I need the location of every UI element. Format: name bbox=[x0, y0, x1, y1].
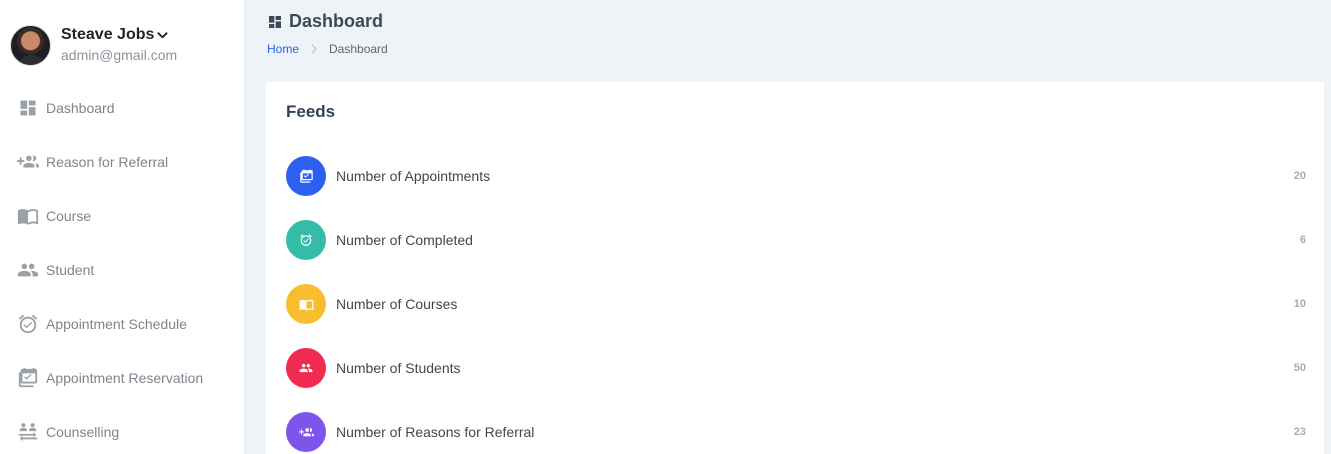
feeds-title: Feeds bbox=[286, 102, 336, 121]
feed-item-count: 20 bbox=[1293, 170, 1306, 182]
people-icon bbox=[286, 348, 326, 388]
book-icon bbox=[17, 205, 39, 227]
main-content: Dashboard Home Dashboard Feeds Number of… bbox=[246, 0, 1331, 454]
user-profile[interactable]: Steave Jobs admin@gmail.com bbox=[10, 25, 177, 66]
feed-item-courses[interactable]: Number of Courses 10 bbox=[286, 272, 1306, 336]
page-header: Dashboard Home Dashboard bbox=[267, 11, 388, 56]
feed-item-reasons-for-referral[interactable]: Number of Reasons for Referral 23 bbox=[286, 400, 1306, 454]
sidebar-item-appointment-schedule[interactable]: Appointment Schedule bbox=[0, 297, 245, 351]
feed-item-count: 6 bbox=[1299, 234, 1306, 246]
sidebar-item-label: Reason for Referral bbox=[46, 154, 169, 170]
sidebar-item-course[interactable]: Course bbox=[0, 189, 245, 243]
profile-email: admin@gmail.com bbox=[61, 47, 178, 63]
feeds-list: Number of Appointments 20 Number of Comp… bbox=[286, 144, 1306, 454]
sidebar-item-label: Counselling bbox=[46, 424, 120, 440]
sidebar-item-reason-for-referral[interactable]: Reason for Referral bbox=[0, 135, 245, 189]
sidebar-item-label: Dashboard bbox=[46, 100, 115, 116]
feed-item-count: 10 bbox=[1293, 298, 1306, 310]
profile-name: Steave Jobs bbox=[61, 26, 155, 43]
breadcrumb: Home Dashboard bbox=[267, 42, 388, 56]
event-check-icon bbox=[17, 367, 39, 389]
swap-people-icon bbox=[17, 421, 39, 443]
feed-item-students[interactable]: Number of Students 50 bbox=[286, 336, 1306, 400]
feed-item-count: 23 bbox=[1293, 426, 1306, 438]
breadcrumb-current: Dashboard bbox=[329, 42, 388, 56]
feed-item-label: Number of Completed bbox=[336, 232, 473, 248]
dashboard-icon bbox=[17, 97, 39, 119]
feed-item-label: Number of Courses bbox=[336, 296, 458, 312]
chevron-right-icon bbox=[310, 44, 318, 54]
sidebar-item-dashboard[interactable]: Dashboard bbox=[0, 81, 245, 135]
sidebar-nav: Dashboard Reason for Referral Course Stu… bbox=[0, 81, 245, 454]
people-icon bbox=[17, 259, 39, 281]
feeds-card: Feeds Number of Appointments 20 Number o… bbox=[266, 82, 1324, 454]
feed-item-label: Number of Reasons for Referral bbox=[336, 424, 535, 440]
feed-item-label: Number of Appointments bbox=[336, 168, 491, 184]
sidebar-item-label: Appointment Reservation bbox=[46, 370, 204, 386]
alarm-check-icon bbox=[17, 313, 39, 335]
feed-item-appointments[interactable]: Number of Appointments 20 bbox=[286, 144, 1306, 208]
sidebar-item-label: Appointment Schedule bbox=[46, 316, 187, 332]
feed-item-completed[interactable]: Number of Completed 6 bbox=[286, 208, 1306, 272]
profile-name-row[interactable]: Steave Jobs bbox=[61, 25, 177, 45]
group-add-icon bbox=[17, 151, 39, 173]
sidebar: Steave Jobs admin@gmail.com Dashboard Re… bbox=[0, 0, 245, 454]
sidebar-item-label: Course bbox=[46, 208, 92, 224]
avatar[interactable] bbox=[10, 25, 51, 66]
chevron-down-icon[interactable] bbox=[157, 30, 168, 41]
breadcrumb-home-link[interactable]: Home bbox=[267, 42, 299, 56]
page-title: Dashboard bbox=[267, 11, 388, 32]
feed-item-label: Number of Students bbox=[336, 360, 461, 376]
alarm-check-icon bbox=[286, 220, 326, 260]
dashboard-icon bbox=[267, 14, 283, 30]
sidebar-item-counselling[interactable]: Counselling bbox=[0, 405, 245, 454]
profile-text: Steave Jobs admin@gmail.com bbox=[61, 25, 177, 65]
page-title-text: Dashboard bbox=[289, 11, 384, 31]
event-check-icon bbox=[286, 156, 326, 196]
feed-item-count: 50 bbox=[1293, 362, 1306, 374]
sidebar-item-student[interactable]: Student bbox=[0, 243, 245, 297]
sidebar-item-label: Student bbox=[46, 262, 95, 278]
book-icon bbox=[286, 284, 326, 324]
group-add-icon bbox=[286, 412, 326, 452]
sidebar-item-appointment-reservation[interactable]: Appointment Reservation bbox=[0, 351, 245, 405]
